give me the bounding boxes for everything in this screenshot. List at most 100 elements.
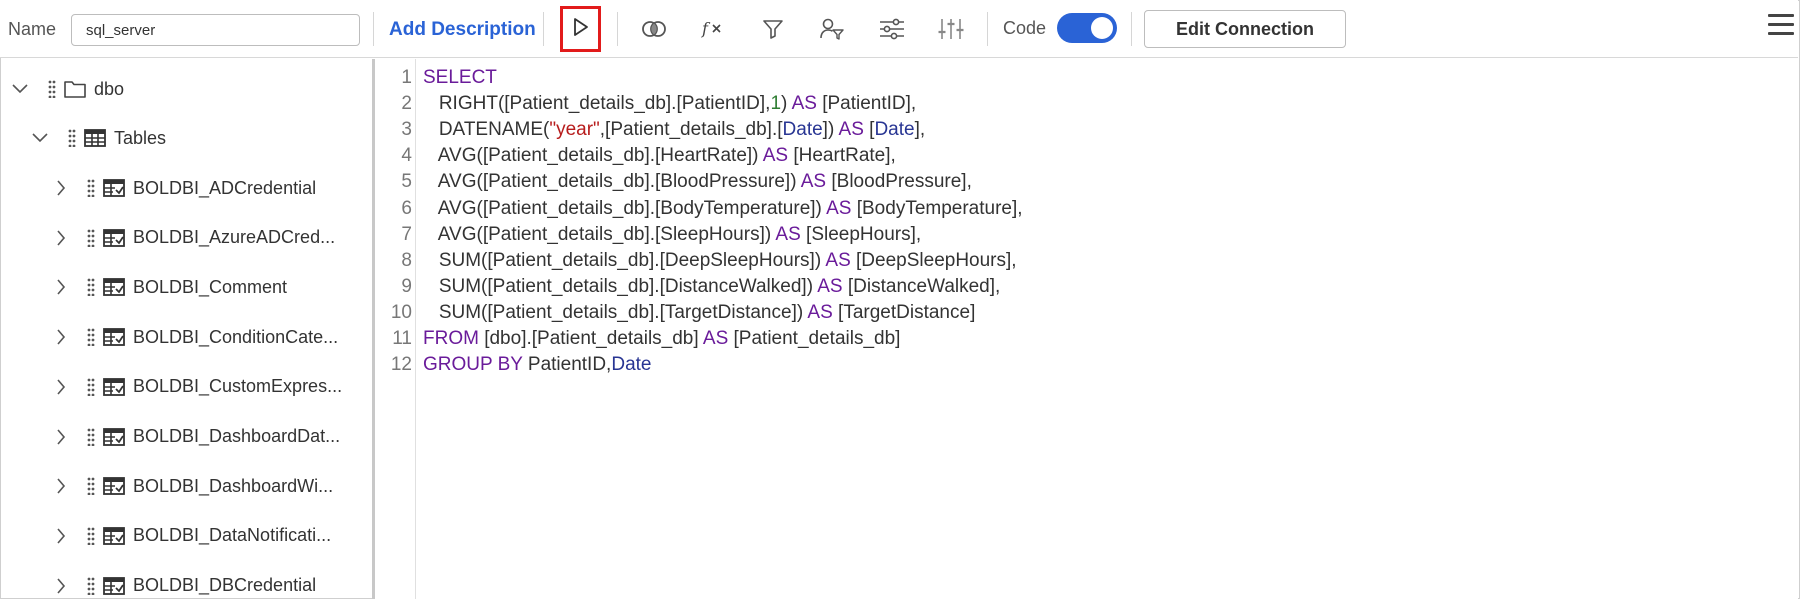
table-icon	[101, 376, 127, 398]
line-number: 5	[401, 171, 412, 193]
code-token: AS	[762, 145, 789, 167]
settings-sliders-icon	[878, 18, 906, 40]
code-token: FROM	[423, 328, 479, 349]
play-icon	[572, 17, 590, 42]
drag-handle-icon	[85, 427, 97, 447]
line-number: 4	[401, 145, 412, 167]
table-grid-icon	[82, 127, 108, 149]
toolbar-divider	[373, 12, 374, 46]
toolbar-divider	[1131, 12, 1132, 46]
table-icon	[101, 326, 127, 348]
tree-item-table[interactable]: BOLDBI_CustomExpres...	[51, 367, 342, 407]
sql-editor[interactable]: 1 2 3 4 5 6 7 8 9 10 11 12 SELECT RIGHT([Patient_de…	[375, 59, 1798, 599]
code-token: AS	[791, 93, 817, 115]
chevron-right-icon	[51, 178, 71, 198]
join-button[interactable]	[636, 12, 672, 46]
code-token: RIGHT([Patient_details_db].[PatientID],	[423, 93, 771, 115]
line-number-gutter: 1 2 3 4 5 6 7 8 9 10 11 12	[375, 59, 416, 599]
code-line: SELECT	[423, 67, 497, 89]
code-token: )	[781, 93, 792, 115]
line-number: 3	[401, 119, 412, 141]
tree-item-table[interactable]: BOLDBI_AzureADCred...	[51, 218, 335, 258]
table-name: BOLDBI_DataNotificati...	[133, 525, 332, 546]
code-token: AVG([Patient_details_db].[BodyTemperatur…	[423, 197, 827, 219]
code-token: [DeepSleepHours],	[850, 249, 1017, 271]
line-number: 6	[401, 197, 412, 219]
settings-button[interactable]	[874, 12, 910, 46]
table-name: BOLDBI_Comment	[133, 276, 288, 297]
code-token: Date	[782, 119, 823, 141]
code-token: 1	[770, 93, 782, 115]
code-line: GROUP BY PatientID,Date	[423, 354, 651, 376]
tree-item-table[interactable]: BOLDBI_DashboardDat...	[51, 417, 340, 457]
filter-button[interactable]	[755, 12, 791, 46]
tree-node-tables[interactable]: Tables	[30, 118, 166, 158]
code-token: SUM([Patient_details_db].[DistanceWalked…	[423, 275, 818, 297]
hamburger-icon	[1768, 14, 1794, 35]
toolbar: Name Add Description f	[0, 0, 1798, 58]
code-token: ])	[822, 119, 839, 141]
code-token: AS	[826, 197, 852, 219]
line-number: 8	[401, 249, 412, 271]
code-line: AVG([Patient_details_db].[SleepHours]) A…	[423, 224, 921, 246]
code-token: [TargetDistance]	[832, 301, 976, 323]
chevron-right-icon	[51, 526, 71, 546]
tree-item-table[interactable]: BOLDBI_ConditionCate...	[51, 317, 338, 357]
table-name: BOLDBI_ConditionCate...	[133, 326, 339, 347]
chevron-down-icon	[10, 79, 30, 99]
code-line: DATENAME("year",[Patient_details_db].[Da…	[423, 119, 925, 141]
column-sliders-icon	[937, 17, 965, 41]
table-name: BOLDBI_DBCredential	[133, 575, 317, 596]
code-token: SUM([Patient_details_db].[DeepSleepHours…	[423, 249, 826, 271]
filter-icon	[762, 19, 784, 39]
drag-handle-icon	[46, 79, 58, 99]
chevron-right-icon	[51, 576, 71, 596]
drag-handle-icon	[85, 526, 97, 546]
chevron-right-icon	[51, 377, 71, 397]
code-token: AVG([Patient_details_db].[HeartRate])	[423, 145, 763, 167]
svg-text:f: f	[701, 19, 711, 38]
code-token: [SleepHours],	[800, 223, 922, 245]
code-token: Date	[611, 354, 652, 376]
edit-connection-button[interactable]: Edit Connection	[1144, 10, 1346, 48]
name-label: Name	[8, 19, 57, 39]
tree-node-dbo[interactable]: dbo	[10, 69, 124, 109]
line-number: 2	[401, 93, 412, 115]
run-query-button[interactable]	[560, 6, 601, 52]
table-icon	[101, 177, 127, 199]
column-settings-button[interactable]	[933, 12, 969, 46]
tree-item-table[interactable]: BOLDBI_ADCredential	[51, 168, 316, 208]
menu-button[interactable]	[1768, 14, 1794, 38]
name-input[interactable]	[71, 14, 360, 46]
function-icon: f	[701, 19, 725, 39]
toolbar-divider	[543, 12, 544, 46]
code-token: AVG([Patient_details_db].[SleepHours])	[423, 223, 776, 245]
schema-tree: dbo Tables BOLDBI_ADCredential BOLDBI_Azu…	[0, 59, 373, 599]
code-line: SUM([Patient_details_db].[DeepSleepHours…	[423, 250, 1017, 272]
tree-item-table[interactable]: BOLDBI_DashboardWi...	[51, 466, 333, 506]
table-name: BOLDBI_CustomExpres...	[133, 376, 343, 397]
table-icon	[101, 426, 127, 448]
code-token: AS	[775, 223, 801, 245]
code-token: Date	[874, 119, 915, 141]
drag-handle-icon	[85, 377, 97, 397]
user-filter-button[interactable]	[814, 12, 850, 46]
chevron-right-icon	[51, 277, 71, 297]
code-toggle[interactable]	[1057, 13, 1117, 43]
code-token: [	[863, 119, 875, 141]
code-token: [HeartRate],	[788, 145, 896, 167]
add-description-link[interactable]: Add Description	[389, 19, 536, 41]
table-icon	[101, 227, 127, 249]
drag-handle-icon	[85, 576, 97, 596]
expression-button[interactable]: f	[695, 12, 731, 46]
user-filter-icon	[819, 18, 845, 40]
toggle-knob	[1091, 17, 1113, 39]
tree-item-table[interactable]: BOLDBI_DataNotificati...	[51, 516, 331, 556]
tree-item-table[interactable]: BOLDBI_Comment	[51, 267, 287, 307]
tree-item-table[interactable]: BOLDBI_DBCredential	[51, 566, 316, 599]
code-token: [BodyTemperature],	[851, 197, 1023, 219]
code-line: AVG([Patient_details_db].[BloodPressure]…	[423, 171, 972, 193]
join-icon	[641, 20, 667, 38]
line-number: 10	[390, 301, 412, 323]
drag-handle-icon	[85, 327, 97, 347]
